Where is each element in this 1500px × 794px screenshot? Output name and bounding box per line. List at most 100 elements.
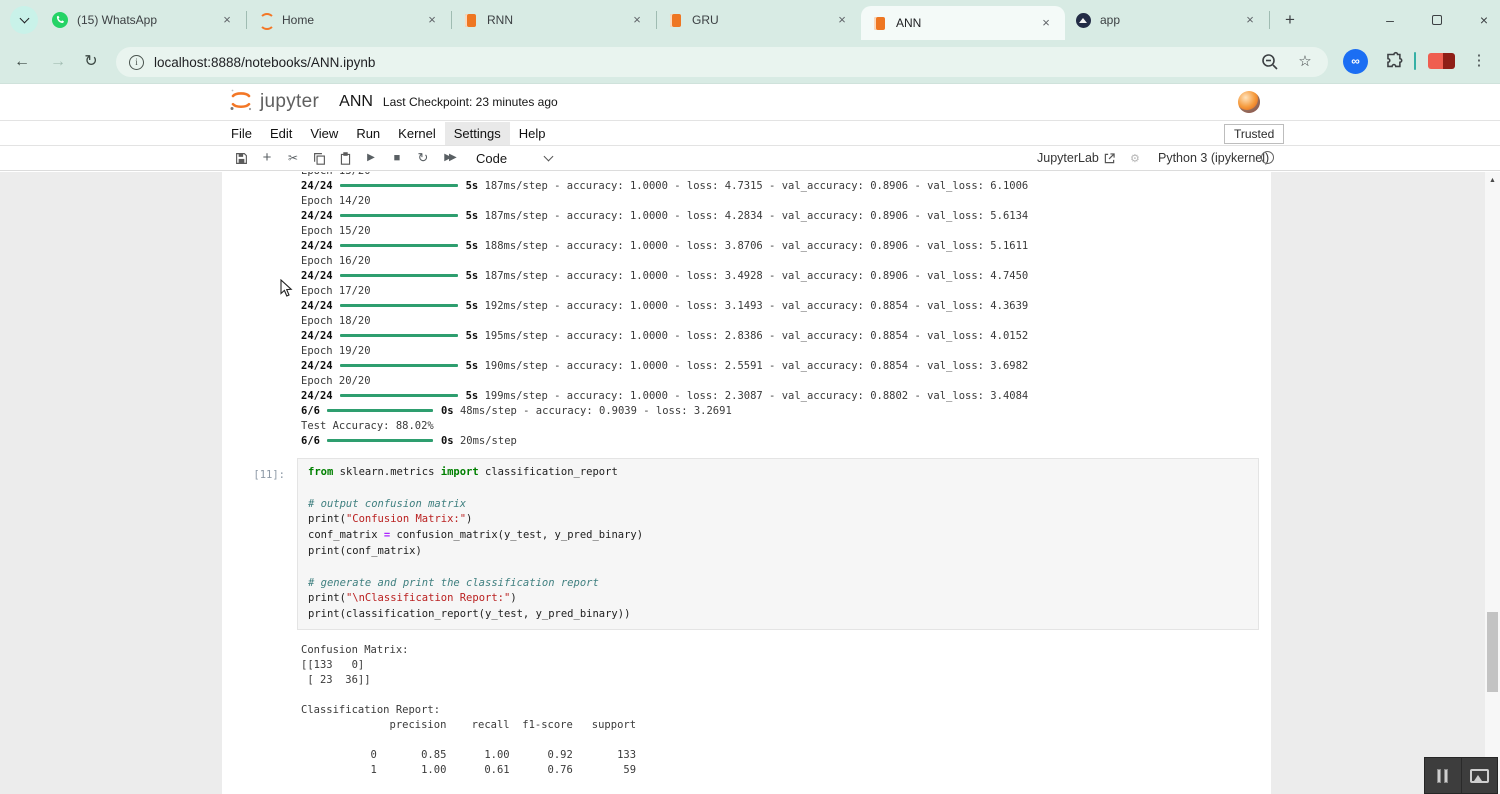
tab-rnn[interactable]: RNN × [452,0,656,40]
tab-close-icon[interactable]: × [833,11,851,29]
restart-run-all-button[interactable]: ▶▶ [436,146,462,170]
tab-app[interactable]: app × [1065,0,1269,40]
jupyter-toolbar: + ✂ ▶ ■ ↻ ▶▶ Code JupyterLab ⚙ Python 3 … [0,146,1500,171]
save-button[interactable] [228,146,254,170]
paste-cell-button[interactable] [332,146,358,170]
blue-extension-icon[interactable]: ∞ [1343,49,1368,74]
log-progress-line: 24/245s 190ms/step - accuracy: 1.0000 - … [301,359,1271,374]
camera-icon [1470,769,1489,783]
stop-kernel-button[interactable]: ■ [384,146,410,170]
notebook-scroll-area[interactable]: Epoch 13/2024/245s 187ms/step - accuracy… [0,172,1500,794]
camera-toggle-button[interactable] [1462,758,1498,793]
floating-extension-sphere-icon[interactable] [1238,91,1260,113]
url-bar[interactable]: i localhost:8888/notebooks/ANN.ipynb ☆ [116,47,1328,77]
menu-edit[interactable]: Edit [261,122,301,145]
tab-close-icon[interactable]: × [1241,11,1259,29]
checkpoint-status: Last Checkpoint: 23 minutes ago [383,95,558,109]
tab-ann-active[interactable]: ANN × [861,6,1065,40]
menu-view[interactable]: View [301,122,347,145]
browser-menu-icon[interactable]: ⋮ [1470,48,1488,74]
tab-label: GRU [692,13,833,27]
tab-whatsapp[interactable]: (15) WhatsApp × [42,0,246,40]
code-editor[interactable]: from sklearn.metrics import classificati… [297,458,1259,630]
zoom-out-icon[interactable] [1260,52,1280,72]
cell-execution-prompt: [11]: [222,458,297,630]
log-progress-line: 24/245s 187ms/step - accuracy: 1.0000 - … [301,179,1271,194]
tab-search-button[interactable] [10,6,38,34]
jupyter-titlebar: jupyter ANN Last Checkpoint: 23 minutes … [0,84,1500,120]
menu-kernel[interactable]: Kernel [389,122,445,145]
tab-label: ANN [896,16,1037,30]
copy-cell-button[interactable] [306,146,332,170]
tab-gru[interactable]: GRU × [657,0,861,40]
tab-close-icon[interactable]: × [1037,14,1055,32]
notebook-icon [462,12,478,28]
log-epoch-line: Epoch 14/20 [301,194,1271,209]
tab-label: RNN [487,13,628,27]
cell-type-dropdown[interactable]: Code [476,151,552,166]
extension-separator [1414,52,1416,70]
tab-close-icon[interactable]: × [423,11,441,29]
back-button[interactable]: ← [11,51,33,73]
cell-type-value: Code [476,151,507,166]
reload-button[interactable]: ↻ [80,51,102,73]
scrollbar-up-arrow[interactable]: ▲ [1485,172,1500,184]
recorder-overlay [1424,757,1498,794]
jupyter-home-icon [257,12,273,28]
new-tab-button[interactable]: + [1276,6,1304,34]
log-progress-line: 24/245s 187ms/step - accuracy: 1.0000 - … [301,209,1271,224]
training-log: Epoch 13/2024/245s 187ms/step - accuracy… [301,172,1271,449]
pause-icon [1444,769,1448,783]
progress-bar [327,439,433,442]
trusted-button[interactable]: Trusted [1224,124,1284,144]
bookmark-star-icon[interactable]: ☆ [1295,52,1315,72]
menu-file[interactable]: File [222,122,261,145]
log-epoch-line: Epoch 17/20 [301,284,1271,299]
tab-close-icon[interactable]: × [628,11,646,29]
jupyterlab-link-label: JupyterLab [1037,151,1099,165]
close-window-button[interactable]: × [1472,8,1496,32]
menu-run[interactable]: Run [347,122,389,145]
kernel-name-label[interactable]: Python 3 (ipykernel) [1158,151,1269,165]
maximize-button[interactable] [1425,8,1449,32]
url-text[interactable]: localhost:8888/notebooks/ANN.ipynb [154,55,375,70]
idm-extension-icon[interactable] [1428,53,1455,69]
window-controls: – × [1378,0,1496,40]
menu-settings[interactable]: Settings [445,122,510,145]
extensions-puzzle-icon[interactable] [1382,49,1404,76]
add-cell-button[interactable]: + [254,146,280,170]
jupyterlab-link[interactable]: JupyterLab [1037,151,1115,165]
progress-bar [340,334,458,337]
forward-button[interactable]: → [47,51,69,73]
notebook-title[interactable]: ANN [339,93,373,111]
tab-home[interactable]: Home × [247,0,451,40]
log-progress-line: 24/245s 195ms/step - accuracy: 1.0000 - … [301,329,1271,344]
site-info-icon[interactable]: i [129,55,144,70]
menu-help[interactable]: Help [510,122,555,145]
code-lines: from sklearn.metrics import classificati… [308,465,1248,623]
browser-tab-bar: (15) WhatsApp × Home × RNN × GRU × ANN ×… [0,0,1500,40]
code-cell[interactable]: [11]: from sklearn.metrics import classi… [222,458,1271,630]
progress-bar [340,214,458,217]
whatsapp-icon [52,12,68,28]
log-epoch-line: Epoch 15/20 [301,224,1271,239]
log-progress-line: 24/245s 192ms/step - accuracy: 1.0000 - … [301,299,1271,314]
log-epoch-line: Epoch 19/20 [301,344,1271,359]
run-cell-button[interactable]: ▶ [358,146,384,170]
scrollbar-thumb[interactable] [1487,612,1498,692]
notebook-page: Epoch 13/2024/245s 187ms/step - accuracy… [222,172,1271,794]
tab-close-icon[interactable]: × [218,11,236,29]
notification-bell-icon[interactable]: ⚙ [1130,152,1140,165]
restart-kernel-button[interactable]: ↻ [410,146,436,170]
progress-bar [327,409,433,412]
jupyter-header: jupyter ANN Last Checkpoint: 23 minutes … [0,84,1500,172]
vertical-scrollbar[interactable]: ▲ [1485,172,1500,794]
notebook-icon [667,12,683,28]
pause-recording-button[interactable] [1425,758,1462,793]
browser-address-bar: ← → ↻ i localhost:8888/notebooks/ANN.ipy… [0,40,1500,84]
cut-cell-button[interactable]: ✂ [280,146,306,170]
tab-separator [1269,11,1270,29]
progress-bar [340,274,458,277]
progress-bar [340,394,458,397]
minimize-button[interactable]: – [1378,8,1402,32]
